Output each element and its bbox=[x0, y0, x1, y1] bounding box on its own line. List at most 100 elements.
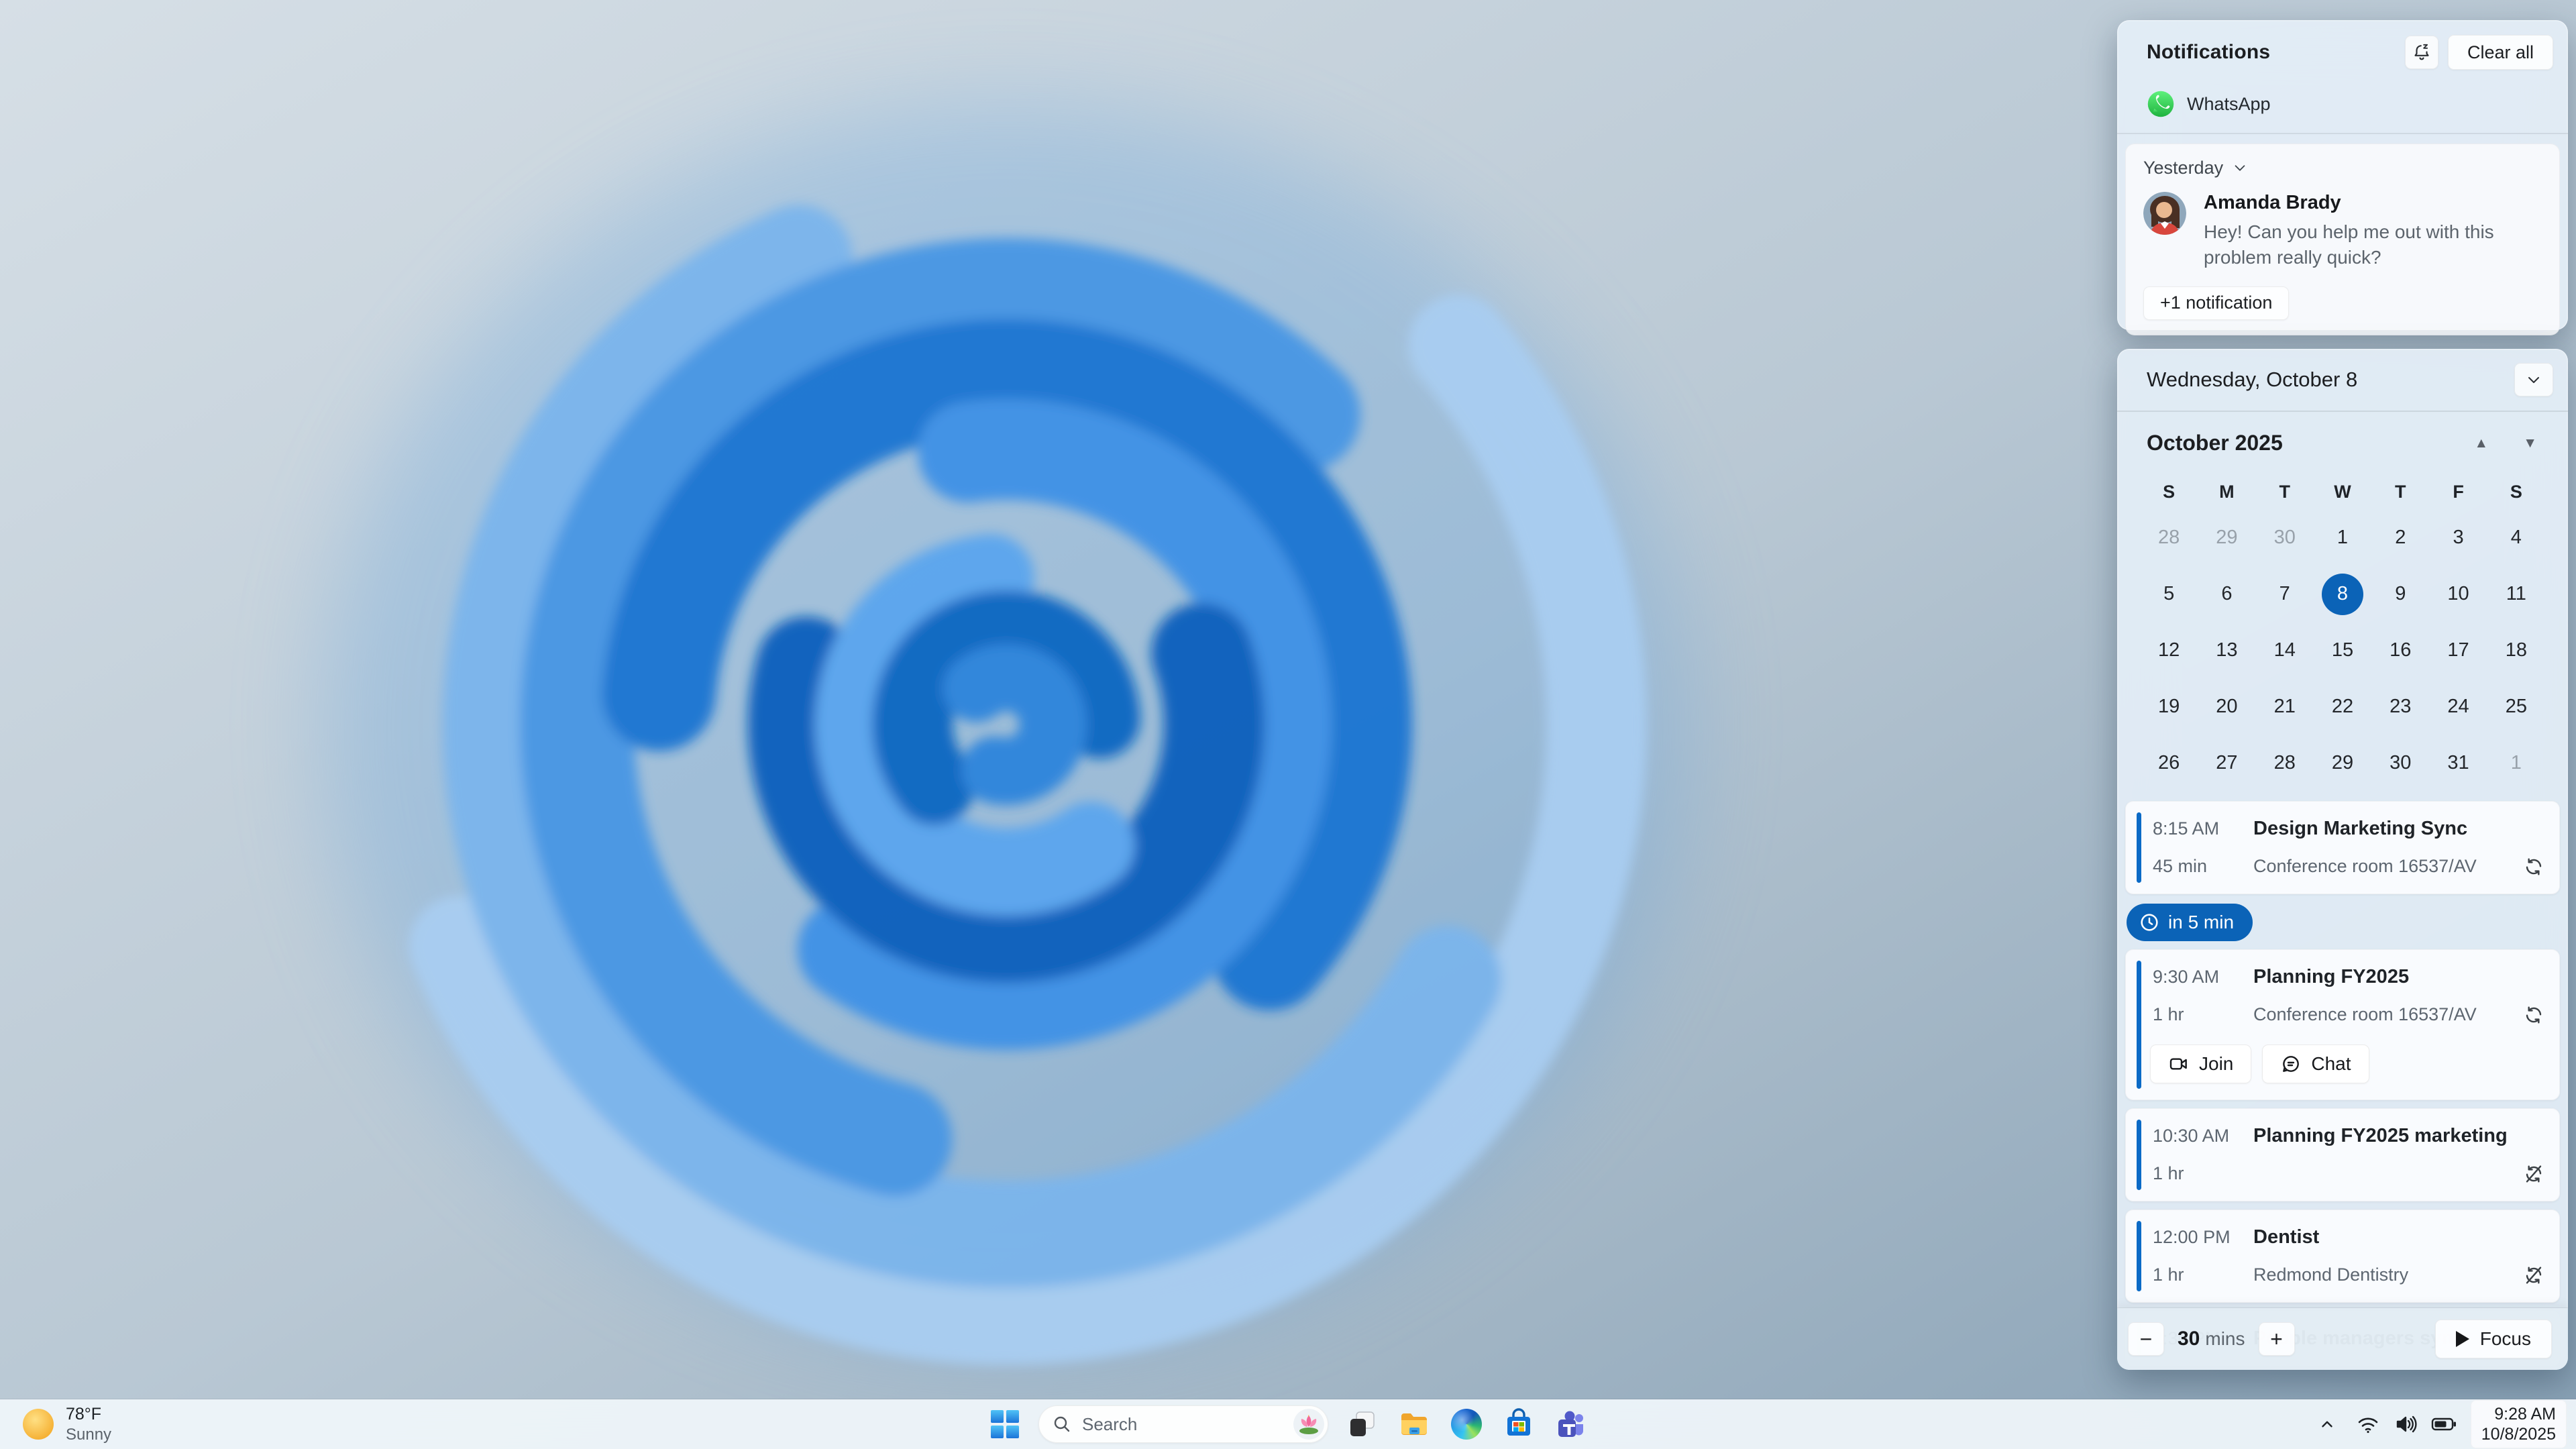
calendar-day[interactable]: 20 bbox=[2198, 679, 2255, 735]
chevron-down-icon bbox=[2235, 165, 2245, 171]
calendar-day[interactable]: 31 bbox=[2429, 735, 2487, 792]
calendar-day[interactable]: 7 bbox=[2256, 566, 2314, 623]
decrease-duration-button[interactable]: − bbox=[2128, 1322, 2164, 1356]
calendar-day[interactable]: 29 bbox=[2198, 510, 2255, 566]
store-button[interactable] bbox=[1500, 1405, 1538, 1443]
event-duration: 1 hr bbox=[2153, 1004, 2184, 1024]
system-tray-status[interactable] bbox=[2349, 1411, 2464, 1437]
weather-widget[interactable]: 78°F Sunny bbox=[15, 1399, 118, 1449]
event-accent-bar bbox=[2137, 960, 2141, 1089]
search-box[interactable] bbox=[1038, 1405, 1328, 1443]
edge-button[interactable] bbox=[1448, 1405, 1485, 1443]
event-card[interactable]: 12:00 PM Dentist 1 hr Redmond Dentistry bbox=[2125, 1209, 2560, 1303]
sun-icon bbox=[23, 1409, 54, 1440]
chat-bubble-icon bbox=[2283, 1055, 2300, 1072]
calendar-day[interactable]: 14 bbox=[2256, 623, 2314, 679]
calendar-day[interactable]: 17 bbox=[2429, 623, 2487, 679]
time-group-header[interactable]: Yesterday bbox=[2143, 158, 2542, 178]
calendar-day[interactable]: 28 bbox=[2256, 735, 2314, 792]
calendar-month-label: October 2025 bbox=[2147, 431, 2283, 455]
edge-icon bbox=[1451, 1409, 1482, 1440]
reminder-pill: in 5 min bbox=[2127, 903, 2253, 941]
calendar-day[interactable]: 8 bbox=[2314, 566, 2371, 623]
calendar-date-label: Wednesday, October 8 bbox=[2147, 368, 2358, 391]
calendar-day[interactable]: 28 bbox=[2140, 510, 2198, 566]
calendar-day[interactable]: 10 bbox=[2429, 566, 2487, 623]
chevron-down-icon bbox=[2528, 377, 2539, 383]
notification-center: Notifications Clear all WhatsApp Yesterd… bbox=[2117, 20, 2568, 335]
repeat-icon bbox=[2526, 857, 2542, 875]
chevron-up-icon bbox=[2322, 1421, 2332, 1428]
calendar-day[interactable]: 1 bbox=[2314, 510, 2371, 566]
calendar-day[interactable]: 11 bbox=[2487, 566, 2545, 623]
whatsapp-group-header[interactable]: WhatsApp bbox=[2117, 85, 2568, 133]
event-accent-bar bbox=[2137, 1119, 2141, 1190]
month-up-button[interactable]: ▲ bbox=[2474, 435, 2488, 451]
calendar-day[interactable]: 3 bbox=[2429, 510, 2487, 566]
dow-label: F bbox=[2453, 482, 2464, 502]
event-time: 9:30 AM bbox=[2153, 966, 2220, 987]
time-group-label: Yesterday bbox=[2143, 157, 2224, 178]
focus-button-label: Focus bbox=[2479, 1328, 2531, 1349]
calendar-day[interactable]: 9 bbox=[2371, 566, 2429, 623]
calendar-day[interactable]: 6 bbox=[2198, 566, 2255, 623]
calendar-day[interactable]: 1 bbox=[2487, 735, 2545, 792]
avatar bbox=[2143, 191, 2186, 235]
hidden-icons-button[interactable] bbox=[2312, 1405, 2342, 1443]
calendar-day[interactable]: 29 bbox=[2314, 735, 2371, 792]
calendar-day[interactable]: 25 bbox=[2487, 679, 2545, 735]
clock-icon bbox=[2141, 913, 2158, 931]
dow-label: W bbox=[2334, 482, 2351, 502]
notification-item[interactable]: Amanda Brady Hey! Can you help me out wi… bbox=[2143, 191, 2542, 270]
calendar-day[interactable]: 12 bbox=[2140, 623, 2198, 679]
calendar-day[interactable]: 18 bbox=[2487, 623, 2545, 679]
calendar-day[interactable]: 30 bbox=[2256, 510, 2314, 566]
calendar-day[interactable]: 27 bbox=[2198, 735, 2255, 792]
more-notifications-button[interactable]: +1 notification bbox=[2143, 286, 2290, 320]
calendar-date-header: Wednesday, October 8 bbox=[2117, 349, 2568, 411]
event-location: Redmond Dentistry bbox=[2253, 1264, 2409, 1285]
speaker-icon bbox=[2396, 1415, 2417, 1433]
increase-duration-button[interactable]: + bbox=[2258, 1322, 2295, 1356]
calendar-day[interactable]: 24 bbox=[2429, 679, 2487, 735]
event-accent-bar bbox=[2137, 812, 2141, 883]
clock[interactable]: 9:28 AM 10/8/2025 bbox=[2470, 1400, 2567, 1448]
calendar-day[interactable]: 2 bbox=[2371, 510, 2429, 566]
clear-all-button[interactable]: Clear all bbox=[2447, 35, 2553, 70]
search-input[interactable] bbox=[1081, 1413, 1293, 1436]
calendar-day[interactable]: 21 bbox=[2256, 679, 2314, 735]
join-button[interactable]: Join bbox=[2150, 1044, 2252, 1083]
focus-duration-value: 30 bbox=[2178, 1328, 2200, 1350]
calendar-day[interactable]: 30 bbox=[2371, 735, 2429, 792]
calendar-day[interactable]: 26 bbox=[2140, 735, 2198, 792]
chat-button[interactable]: Chat bbox=[2262, 1044, 2369, 1083]
calendar-day[interactable]: 4 bbox=[2487, 510, 2545, 566]
calendar-day[interactable]: 15 bbox=[2314, 623, 2371, 679]
do-not-disturb-button[interactable] bbox=[2404, 36, 2438, 69]
wifi-icon bbox=[2358, 1417, 2378, 1434]
file-explorer-icon bbox=[1401, 1413, 1427, 1435]
notification-group-card[interactable]: Yesterday Amanda Brady Hey! Can you help… bbox=[2125, 143, 2560, 335]
calendar-day[interactable]: 13 bbox=[2198, 623, 2255, 679]
event-card[interactable]: 10:30 AM Planning FY2025 marketing 1 hr bbox=[2125, 1108, 2560, 1201]
teams-button[interactable] bbox=[1552, 1405, 1590, 1443]
task-view-icon bbox=[1350, 1411, 1375, 1436]
event-card[interactable]: 8:15 AM Design Marketing Sync 45 min Confer… bbox=[2125, 800, 2560, 894]
calendar-day[interactable]: 23 bbox=[2371, 679, 2429, 735]
calendar-day[interactable]: 19 bbox=[2140, 679, 2198, 735]
focus-button[interactable]: Focus bbox=[2434, 1320, 2552, 1358]
windows-logo-icon bbox=[991, 1410, 1019, 1438]
calendar-day[interactable]: 5 bbox=[2140, 566, 2198, 623]
task-view-button[interactable] bbox=[1343, 1405, 1381, 1443]
dow-label: M bbox=[2219, 482, 2235, 502]
start-button[interactable] bbox=[986, 1405, 1024, 1443]
calendar-day[interactable]: 16 bbox=[2371, 623, 2429, 679]
join-label: Join bbox=[2199, 1053, 2234, 1074]
calendar-day[interactable]: 22 bbox=[2314, 679, 2371, 735]
event-card[interactable]: 9:30 AM Planning FY2025 1 hr Conference roo… bbox=[2125, 949, 2560, 1100]
month-down-button[interactable]: ▼ bbox=[2523, 435, 2537, 451]
file-explorer-button[interactable] bbox=[1395, 1405, 1433, 1443]
event-title: Planning FY2025 bbox=[2253, 965, 2410, 987]
focus-session-footer: − 30 mins + Focus bbox=[2117, 1308, 2568, 1370]
calendar-collapse-button[interactable] bbox=[2514, 363, 2553, 396]
